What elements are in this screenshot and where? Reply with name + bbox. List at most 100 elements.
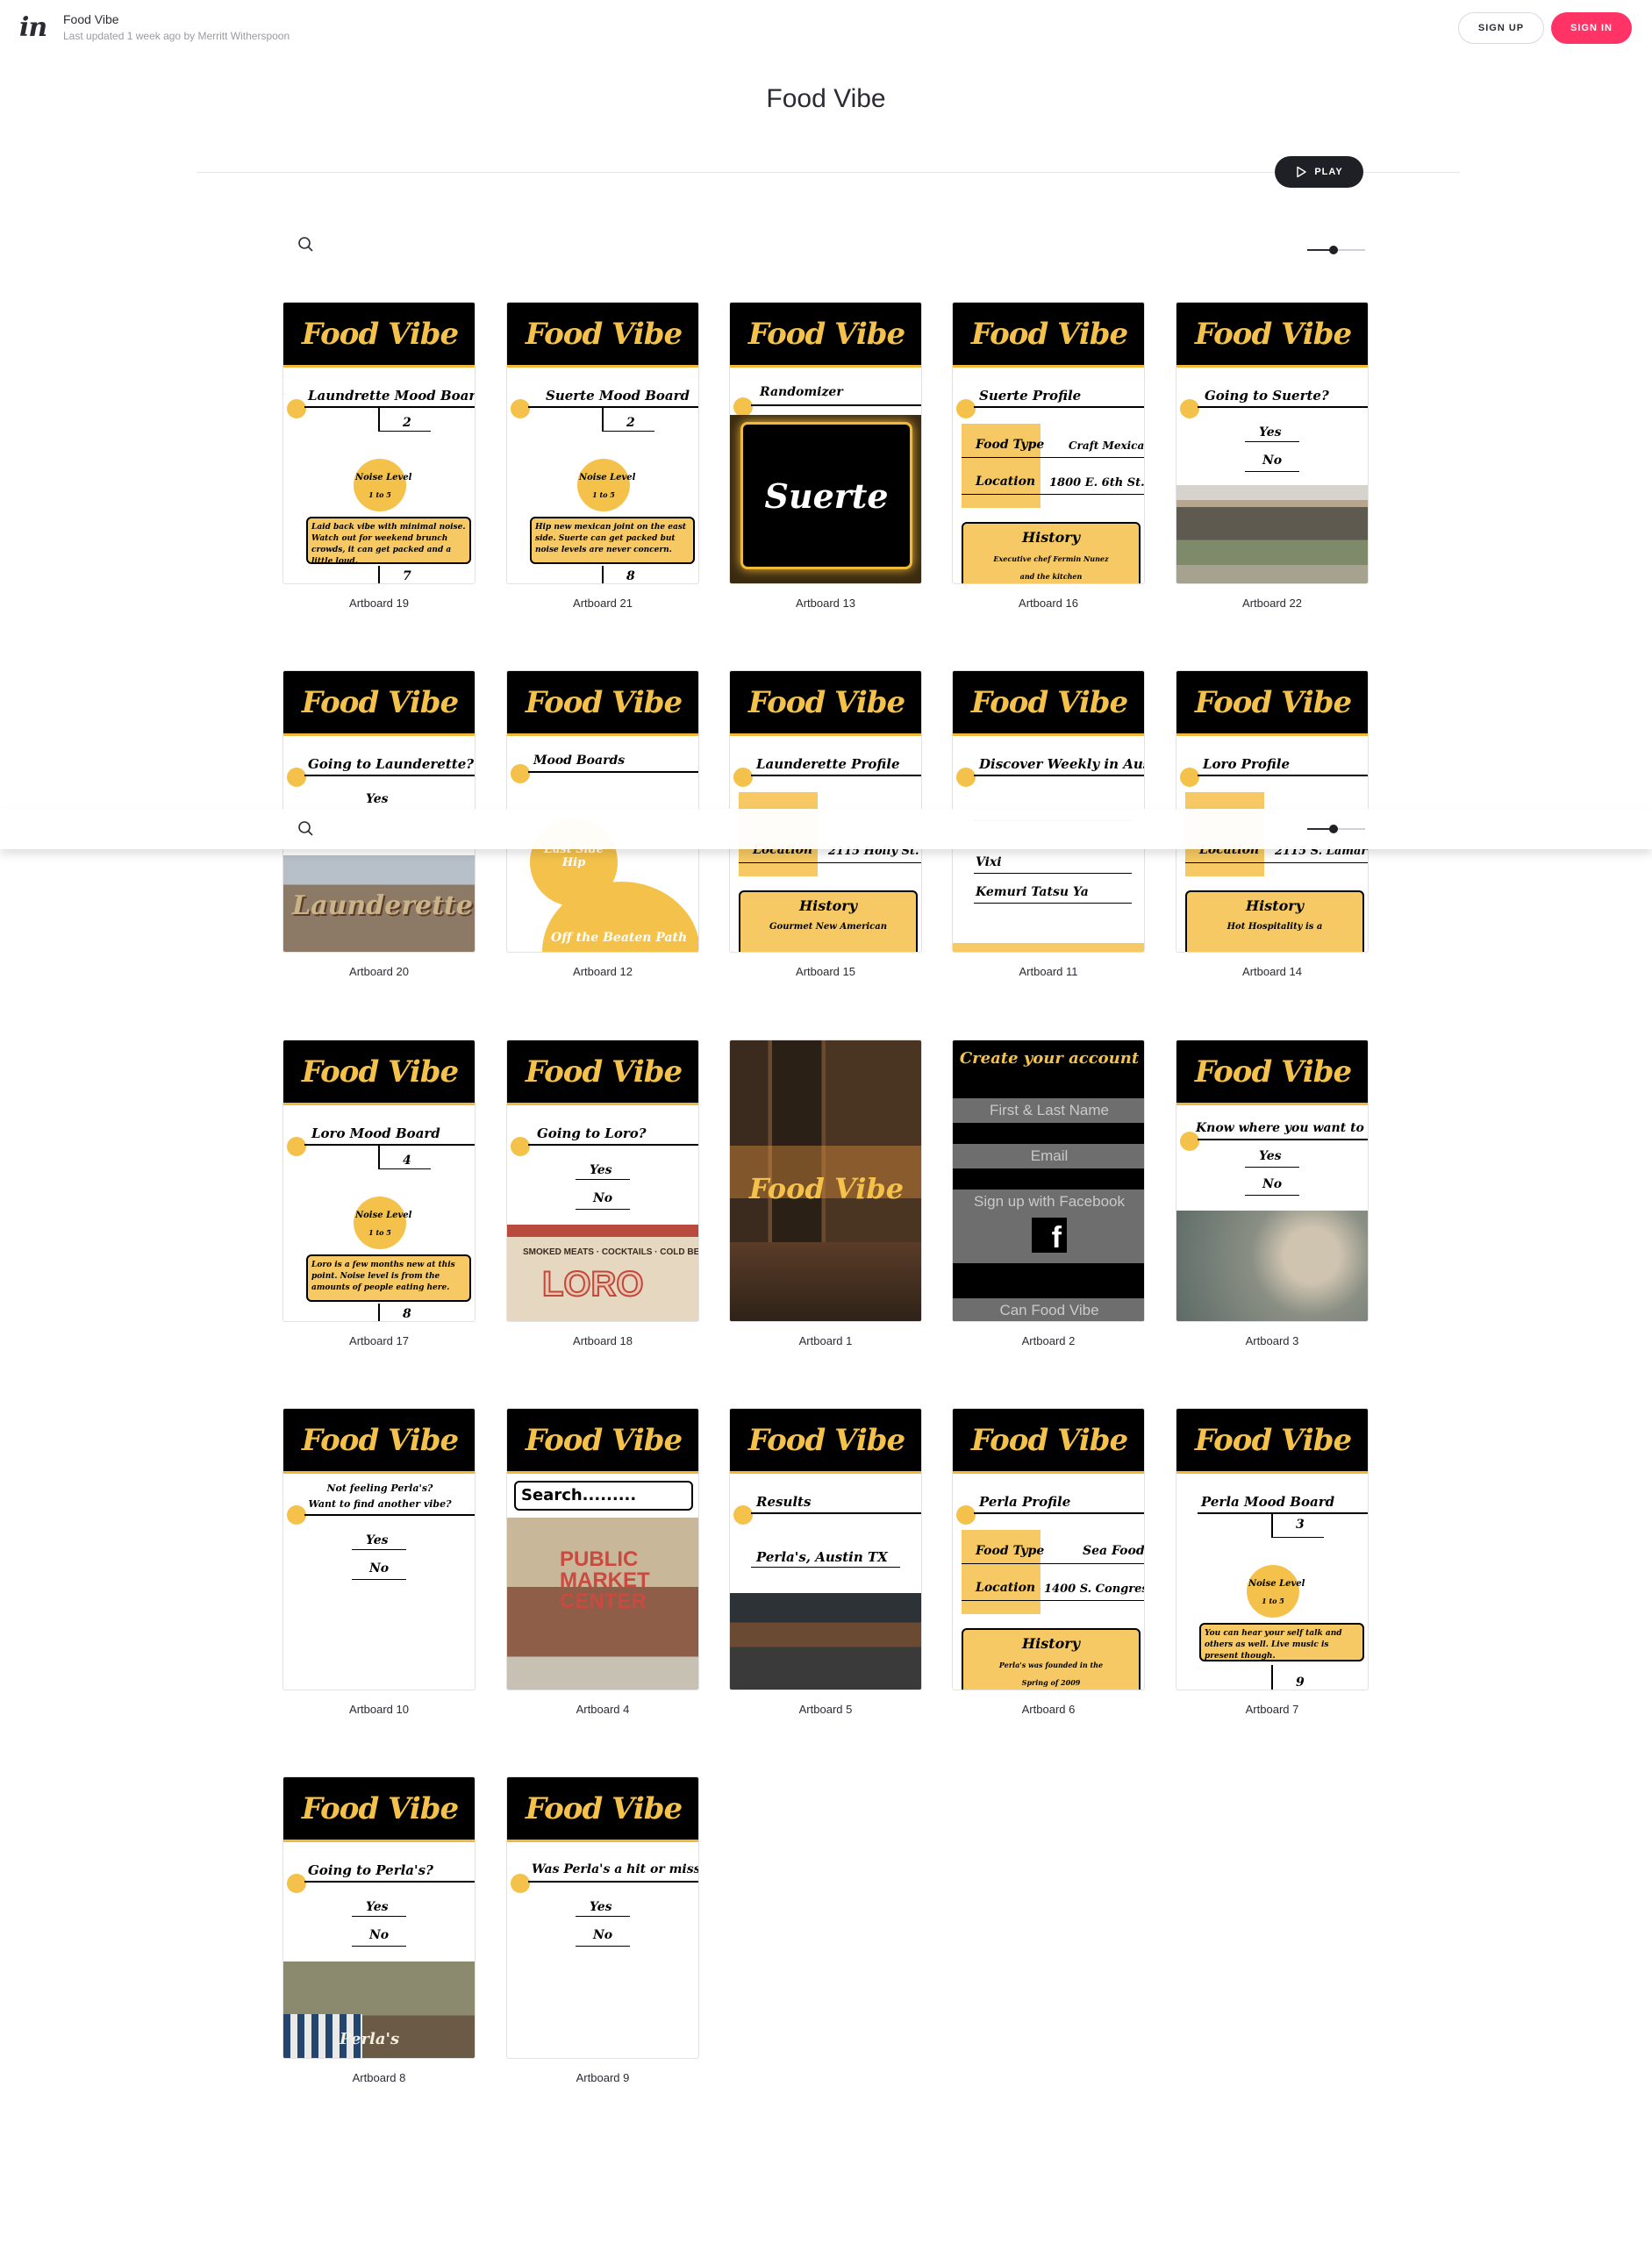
artboard-thumbnail[interactable]: Food Vibe Know where you want to eat? Ye… xyxy=(1176,1040,1369,1322)
artboard-thumbnail[interactable]: Food Vibe Search......... PUBLIC MARKET … xyxy=(506,1408,699,1690)
artboard-thumbnail[interactable]: Food Vibe Not feeling Perla's? Want to f… xyxy=(282,1408,476,1690)
yes-option[interactable]: Yes xyxy=(590,1900,612,1914)
yes-option[interactable]: Yes xyxy=(590,1163,612,1177)
artboard-thumbnail[interactable]: Create your account First & Last Name Em… xyxy=(952,1040,1145,1322)
artboard-thumbnail[interactable]: Food Vibe Was Perla's a hit or miss? Yes… xyxy=(506,1776,699,2059)
artboard-label[interactable]: Artboard 15 xyxy=(729,965,922,978)
artboard-card[interactable]: Food Vibe Going to Suerte? Yes No Artboa… xyxy=(1176,302,1369,610)
no-option[interactable]: No xyxy=(593,1928,612,1942)
zoom-knob[interactable] xyxy=(1329,825,1338,833)
artboard-label[interactable]: Artboard 6 xyxy=(952,1703,1145,1716)
zoom-knob[interactable] xyxy=(1329,246,1338,254)
artboard-card[interactable]: Food Vibe Suerte Mood Board 2 Noise Leve… xyxy=(506,302,699,610)
artboard-label[interactable]: Artboard 13 xyxy=(729,597,922,610)
play-button[interactable]: PLAY xyxy=(1275,156,1363,188)
zoom-slider[interactable] xyxy=(1307,823,1365,835)
artboard-label[interactable]: Artboard 21 xyxy=(506,597,699,610)
yes-option[interactable]: Yes xyxy=(366,1533,389,1547)
artboard-label[interactable]: Artboard 12 xyxy=(506,965,699,978)
underline xyxy=(352,1579,406,1580)
artboard-card[interactable]: Food Vibe Artboard 1 xyxy=(729,1040,922,1347)
artboard-card[interactable]: Food Vibe Going to Loro? Yes No SMOKED M… xyxy=(506,1040,699,1347)
screen-heading: Randomizer xyxy=(760,385,843,399)
artboard-label[interactable]: Artboard 8 xyxy=(282,2071,476,2084)
underline xyxy=(1185,862,1368,863)
search-button[interactable] xyxy=(293,232,319,258)
search-button[interactable] xyxy=(293,816,319,842)
yes-option[interactable]: Yes xyxy=(366,792,389,806)
artboard-label[interactable]: Artboard 10 xyxy=(282,1703,476,1716)
sign-in-button[interactable]: SIGN IN xyxy=(1551,12,1632,44)
artboard-label[interactable]: Artboard 4 xyxy=(506,1703,699,1716)
artboard-label[interactable]: Artboard 5 xyxy=(729,1703,922,1716)
noise-value: 7 xyxy=(403,569,411,583)
artboard-thumbnail[interactable]: Food Vibe Loro Mood Board 4 Noise Level … xyxy=(282,1040,476,1322)
result-item[interactable]: Perla's, Austin TX xyxy=(756,1549,888,1565)
note-text: You can hear your self talk and others a… xyxy=(1205,1629,1342,1661)
artboard-card[interactable]: Food Vibe Not feeling Perla's? Want to f… xyxy=(282,1408,476,1716)
artboard-thumbnail[interactable]: Food Vibe Going to Perla's? Yes No Perla… xyxy=(282,1776,476,2059)
play-icon xyxy=(1297,166,1307,178)
artboard-label[interactable]: Artboard 20 xyxy=(282,965,476,978)
list-item[interactable]: Vixi xyxy=(976,855,1002,869)
no-option[interactable]: No xyxy=(1262,1177,1282,1191)
can-food-vibe-button[interactable]: Can Food Vibe xyxy=(953,1298,1144,1321)
artboard-label[interactable]: Artboard 2 xyxy=(952,1334,1145,1347)
no-option[interactable]: No xyxy=(593,1191,612,1205)
artboard-label[interactable]: Artboard 14 xyxy=(1176,965,1369,978)
artboard-card[interactable]: Food Vibe Suerte Profile Food Type Craft… xyxy=(952,302,1145,610)
artboard-label[interactable]: Artboard 17 xyxy=(282,1334,476,1347)
email-field[interactable]: Email xyxy=(953,1144,1144,1168)
artboard-thumbnail[interactable]: Food Vibe xyxy=(729,1040,922,1322)
artboard-thumbnail[interactable]: Food Vibe Going to Suerte? Yes No xyxy=(1176,302,1369,584)
list-item[interactable]: Kemuri Tatsu Ya xyxy=(976,885,1089,899)
artboard-card[interactable]: Food Vibe Results Perla's, Austin TX Art… xyxy=(729,1408,922,1716)
artboard-card[interactable]: Food Vibe Laundrette Mood Board 2 Noise … xyxy=(282,302,476,610)
no-option[interactable]: No xyxy=(369,1561,389,1576)
food-vibe-logo: Food Vibe xyxy=(283,1777,475,1842)
artboard-card[interactable]: Food Vibe Know where you want to eat? Ye… xyxy=(1176,1040,1369,1347)
artboard-thumbnail[interactable]: Food Vibe Results Perla's, Austin TX xyxy=(729,1408,922,1690)
noise-value: 4 xyxy=(403,1154,411,1168)
artboard-label[interactable]: Artboard 9 xyxy=(506,2071,699,2084)
artboard-card[interactable]: Food Vibe Perla Mood Board 3 Noise Level… xyxy=(1176,1408,1369,1716)
artboard-label[interactable]: Artboard 22 xyxy=(1176,597,1369,610)
artboard-label[interactable]: Artboard 7 xyxy=(1176,1703,1369,1716)
search-input[interactable]: Search......... xyxy=(514,1481,693,1511)
noise-value: 2 xyxy=(403,416,411,430)
artboard-card[interactable]: Food Vibe Randomizer Suerte Artboard 13 xyxy=(729,302,922,610)
divider-line xyxy=(602,406,604,431)
no-option[interactable]: No xyxy=(369,1928,389,1942)
artboard-label[interactable]: Artboard 19 xyxy=(282,597,476,610)
random-result-card: Suerte xyxy=(740,422,912,569)
artboard-card[interactable]: Food Vibe Was Perla's a hit or miss? Yes… xyxy=(506,1776,699,2084)
artboard-label[interactable]: Artboard 18 xyxy=(506,1334,699,1347)
facebook-signup-button[interactable]: Sign up with Facebook f xyxy=(953,1190,1144,1263)
artboard-thumbnail[interactable]: Food Vibe Suerte Profile Food Type Craft… xyxy=(952,302,1145,584)
yes-option[interactable]: Yes xyxy=(1259,1149,1282,1163)
artboard-thumbnail[interactable]: Food Vibe Randomizer Suerte xyxy=(729,302,922,584)
artboard-label[interactable]: Artboard 1 xyxy=(729,1334,922,1347)
yes-option[interactable]: Yes xyxy=(366,1900,389,1914)
artboard-card[interactable]: Food Vibe Going to Perla's? Yes No Perla… xyxy=(282,1776,476,2084)
artboard-label[interactable]: Artboard 3 xyxy=(1176,1334,1369,1347)
no-option[interactable]: No xyxy=(1262,454,1282,468)
artboard-thumbnail[interactable]: Food Vibe Perla Profile Food Type Sea Fo… xyxy=(952,1408,1145,1690)
artboard-thumbnail[interactable]: Food Vibe Suerte Mood Board 2 Noise Leve… xyxy=(506,302,699,584)
artboard-label[interactable]: Artboard 11 xyxy=(952,965,1145,978)
artboard-thumbnail[interactable]: Food Vibe Perla Mood Board 3 Noise Level… xyxy=(1176,1408,1369,1690)
artboard-card[interactable]: Create your account First & Last Name Em… xyxy=(952,1040,1145,1347)
invision-logo[interactable]: in xyxy=(19,12,47,43)
name-field[interactable]: First & Last Name xyxy=(953,1098,1144,1123)
artboard-thumbnail[interactable]: Food Vibe Laundrette Mood Board 2 Noise … xyxy=(282,302,476,584)
yes-option[interactable]: Yes xyxy=(1259,425,1282,439)
artboard-card[interactable]: Food Vibe Search......... PUBLIC MARKET … xyxy=(506,1408,699,1716)
zoom-slider[interactable] xyxy=(1307,244,1365,256)
photo: SMOKED MEATS · COCKTAILS · COLD BEER LOR… xyxy=(507,1225,698,1321)
artboard-thumbnail[interactable]: Food Vibe Going to Loro? Yes No SMOKED M… xyxy=(506,1040,699,1322)
artboard-label[interactable]: Artboard 16 xyxy=(952,597,1145,610)
screen-heading: Suerte Mood Board xyxy=(546,388,690,404)
artboard-card[interactable]: Food Vibe Loro Mood Board 4 Noise Level … xyxy=(282,1040,476,1347)
sign-up-button[interactable]: SIGN UP xyxy=(1458,12,1544,44)
artboard-card[interactable]: Food Vibe Perla Profile Food Type Sea Fo… xyxy=(952,1408,1145,1716)
